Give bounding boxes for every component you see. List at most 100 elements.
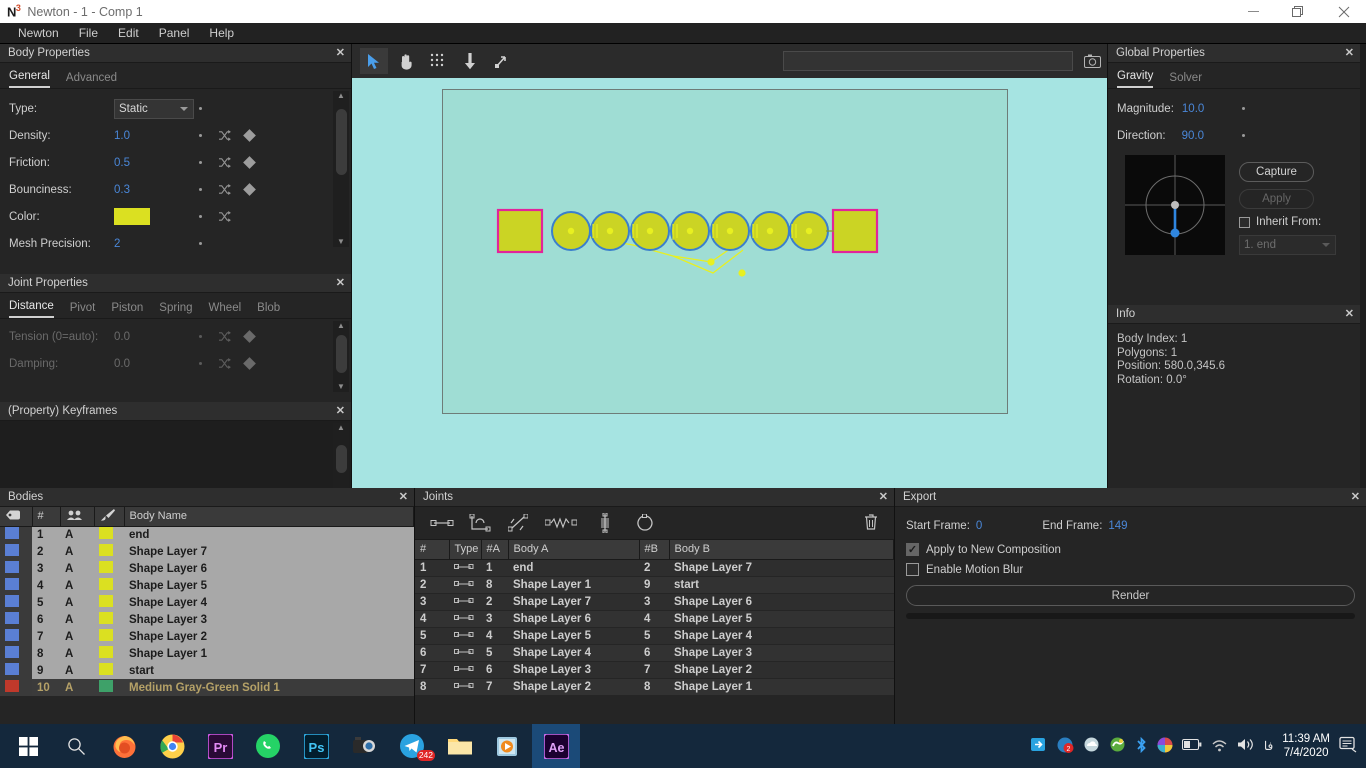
scroll-up-icon[interactable]: ▲	[337, 91, 345, 101]
capture-button[interactable]: Capture	[1239, 162, 1314, 182]
render-button[interactable]: Render	[906, 585, 1355, 606]
tab-piston[interactable]: Piston	[111, 302, 143, 318]
pan-tool[interactable]	[392, 48, 420, 74]
notify-icon[interactable]: 2	[1057, 737, 1074, 756]
scroll-down-icon[interactable]: ▼	[337, 237, 345, 247]
menu-panel[interactable]: Panel	[149, 23, 200, 44]
close-icon[interactable]: ✕	[336, 46, 345, 59]
bluetooth-icon[interactable]	[1135, 736, 1148, 756]
file-explorer-button[interactable]	[436, 724, 484, 768]
scroll-up-icon[interactable]: ▲	[337, 423, 345, 433]
table-row[interactable]: 2 8 Shape Layer 1 9 start	[415, 576, 894, 594]
firefox-button[interactable]	[100, 724, 148, 768]
tab-solver[interactable]: Solver	[1169, 72, 1202, 88]
inherit-from-checkbox[interactable]	[1239, 216, 1250, 228]
viewport-search-input[interactable]	[783, 51, 1073, 71]
velocity-tool[interactable]	[488, 48, 516, 74]
start-frame-value[interactable]: 0	[976, 520, 982, 532]
media-player-button[interactable]	[484, 724, 532, 768]
table-row[interactable]: 4 A Shape Layer 5	[0, 577, 414, 594]
randomize-icon[interactable]	[218, 211, 231, 222]
direction-value[interactable]: 90.0	[1182, 130, 1204, 142]
maximize-button[interactable]	[1276, 0, 1321, 23]
tab-blob[interactable]: Blob	[257, 302, 280, 318]
close-icon[interactable]: ✕	[1345, 46, 1354, 59]
menu-help[interactable]: Help	[199, 23, 244, 44]
table-row[interactable]: 5 A Shape Layer 4	[0, 594, 414, 611]
photoshop-button[interactable]: Ps	[292, 724, 340, 768]
randomize-icon[interactable]	[218, 184, 231, 195]
language-indicator[interactable]: فا	[1264, 739, 1273, 753]
pivot-joint-button[interactable]	[461, 514, 499, 532]
distance-joint-button[interactable]	[423, 518, 461, 528]
volume-icon[interactable]	[1237, 737, 1255, 755]
whatsapp-button[interactable]	[244, 724, 292, 768]
table-row[interactable]: 7 A Shape Layer 2	[0, 628, 414, 645]
table-row[interactable]: 7 6 Shape Layer 3 7 Shape Layer 2	[415, 661, 894, 679]
piston-joint-button[interactable]	[499, 514, 537, 532]
joint-properties-scrollbar[interactable]: ▲ ▼	[333, 321, 349, 392]
tab-advanced[interactable]: Advanced	[66, 72, 117, 88]
density-value[interactable]: 1.0	[114, 130, 199, 142]
delete-joint-button[interactable]	[864, 513, 886, 533]
tab-wheel[interactable]: Wheel	[209, 302, 242, 318]
table-row[interactable]: 4 3 Shape Layer 6 4 Shape Layer 5	[415, 610, 894, 628]
friction-value[interactable]: 0.5	[114, 157, 199, 169]
camera-app-button[interactable]	[340, 724, 388, 768]
tab-general[interactable]: General	[9, 70, 50, 88]
table-row[interactable]: 3 A Shape Layer 6	[0, 560, 414, 577]
table-row[interactable]: 3 2 Shape Layer 7 3 Shape Layer 6	[415, 593, 894, 611]
tab-pivot[interactable]: Pivot	[70, 302, 96, 318]
end-frame-value[interactable]: 149	[1108, 520, 1127, 532]
table-row[interactable]: 2 A Shape Layer 7	[0, 543, 414, 560]
notification-icon[interactable]	[1339, 736, 1358, 756]
telegram-button[interactable]: 242	[388, 724, 436, 768]
expression-dot-icon[interactable]	[1241, 134, 1245, 137]
close-icon[interactable]: ✕	[336, 404, 345, 417]
scroll-up-icon[interactable]: ▲	[337, 321, 345, 331]
premiere-button[interactable]: Pr	[196, 724, 244, 768]
expression-dot-icon[interactable]	[199, 215, 202, 218]
expression-dot-icon[interactable]	[199, 242, 202, 245]
apply-new-composition-checkbox[interactable]: ✓	[906, 543, 919, 556]
randomize-icon[interactable]	[218, 130, 231, 141]
grid-tool[interactable]	[424, 48, 452, 74]
close-icon[interactable]: ✕	[1345, 307, 1354, 320]
table-row[interactable]: 9 Astart	[0, 662, 414, 679]
close-icon[interactable]: ✕	[336, 276, 345, 289]
start-button[interactable]	[4, 724, 52, 768]
minimize-button[interactable]	[1231, 0, 1276, 23]
battery-icon[interactable]	[1181, 739, 1202, 753]
keyframe-icon[interactable]	[243, 183, 256, 196]
share-icon[interactable]	[1030, 737, 1048, 755]
color-swatch[interactable]	[114, 208, 150, 225]
after-effects-button[interactable]: Ae	[532, 724, 580, 768]
expression-dot-icon[interactable]	[199, 134, 202, 137]
body-properties-scrollbar[interactable]: ▲ ▼	[333, 91, 349, 247]
expression-dot-icon[interactable]	[199, 161, 202, 164]
table-row[interactable]: 10 A Medium Gray-Green Solid 1	[0, 679, 414, 696]
wheel-joint-button[interactable]	[585, 513, 625, 533]
table-row[interactable]: 1 1 end 2 Shape Layer 7	[415, 559, 894, 577]
keyframe-icon[interactable]	[243, 129, 256, 142]
close-icon[interactable]: ✕	[1351, 490, 1360, 503]
menu-newton[interactable]: Newton	[8, 23, 69, 44]
blob-joint-button[interactable]	[625, 514, 665, 532]
gravity-tool[interactable]	[456, 48, 484, 74]
expression-dot-icon[interactable]	[1242, 107, 1246, 110]
magnitude-value[interactable]: 10.0	[1182, 103, 1204, 115]
menu-file[interactable]: File	[69, 23, 108, 44]
table-row[interactable]: 5 4 Shape Layer 5 5 Shape Layer 4	[415, 627, 894, 645]
wifi-icon[interactable]	[1211, 738, 1228, 755]
close-icon[interactable]: ✕	[399, 490, 408, 503]
search-button[interactable]	[52, 724, 100, 768]
tab-spring[interactable]: Spring	[159, 302, 192, 318]
select-tool[interactable]	[360, 48, 388, 74]
table-row[interactable]: 6 5 Shape Layer 4 6 Shape Layer 3	[415, 644, 894, 662]
randomize-icon[interactable]	[218, 157, 231, 168]
close-icon[interactable]: ✕	[879, 490, 888, 503]
color-icon[interactable]	[1157, 737, 1173, 756]
snapshot-button[interactable]	[1077, 54, 1107, 68]
table-row[interactable]: 8 A Shape Layer 1	[0, 645, 414, 662]
scrollbar-thumb[interactable]	[335, 445, 347, 473]
